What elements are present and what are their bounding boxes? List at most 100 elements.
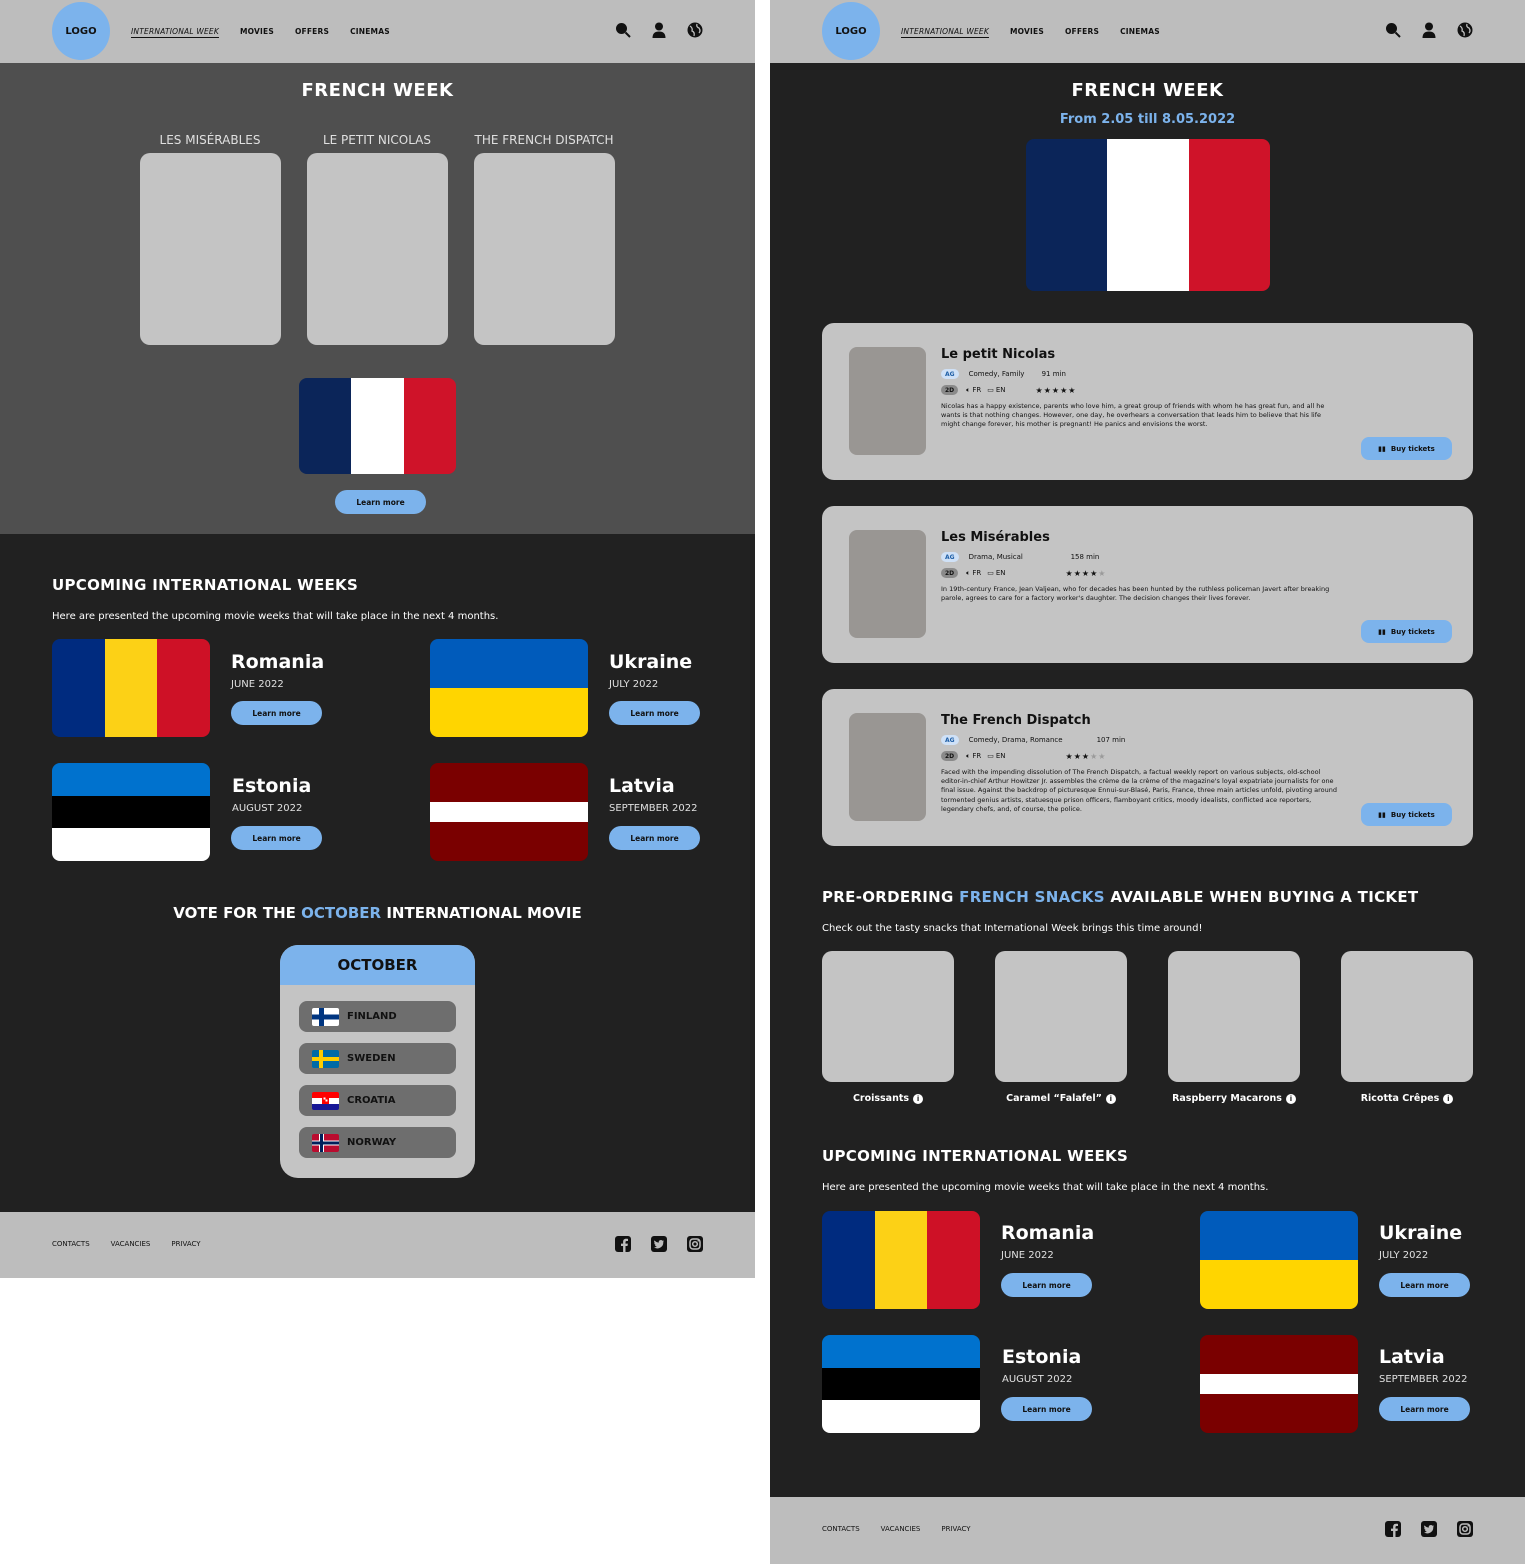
vote-title-suffix: INTERNATIONAL MOVIE: [386, 904, 582, 922]
nav-offers[interactable]: OFFERS: [295, 27, 329, 36]
buy-tickets-button[interactable]: ▮▮ Buy tickets: [1361, 803, 1452, 826]
learn-more-button[interactable]: Learn more: [231, 826, 322, 850]
country-name: Romania: [231, 651, 325, 673]
country-date: JULY 2022: [1379, 1250, 1429, 1261]
buy-tickets-label: Buy tickets: [1390, 810, 1435, 819]
snack-image[interactable]: [822, 951, 954, 1082]
learn-more-button[interactable]: Learn more: [609, 701, 700, 725]
info-icon[interactable]: i: [1285, 1093, 1296, 1104]
buy-tickets-button[interactable]: ▮▮ Buy tickets: [1361, 620, 1452, 643]
nav-international-week[interactable]: INTERNATIONAL WEEK: [901, 27, 989, 36]
subtitles-icon: ▭: [987, 752, 994, 760]
info-icon[interactable]: i: [1105, 1093, 1116, 1104]
vote-card-title: OCTOBER: [280, 945, 475, 985]
france-flag: [299, 378, 456, 474]
vote-title-prefix: VOTE FOR THE: [173, 904, 296, 922]
section-title: UPCOMING INTERNATIONAL WEEKS: [52, 576, 359, 594]
facebook-icon[interactable]: [615, 1236, 631, 1252]
movie-thumbnail[interactable]: [849, 530, 926, 638]
movie-poster[interactable]: [473, 153, 615, 345]
learn-more-button[interactable]: Learn more: [1001, 1273, 1092, 1297]
movie-poster[interactable]: [306, 153, 448, 345]
twitter-icon[interactable]: [1421, 1521, 1437, 1537]
nav-movies[interactable]: MOVIES: [240, 27, 274, 36]
age-badge: AG: [941, 369, 959, 379]
movie-poster-card[interactable]: LE PETIT NICOLAS: [287, 133, 467, 345]
movie-poster-card[interactable]: THE FRENCH DISPATCH: [454, 133, 634, 345]
snack-image[interactable]: [995, 951, 1127, 1082]
footer-link-privacy[interactable]: PRIVACY: [941, 1525, 970, 1533]
latvia-flag: [430, 763, 588, 861]
country-date: SEPTEMBER 2022: [609, 803, 698, 814]
instagram-icon[interactable]: [687, 1236, 703, 1252]
learn-more-button[interactable]: Learn more: [1001, 1397, 1092, 1421]
snack-image[interactable]: [1341, 951, 1473, 1082]
estonia-flag: [822, 1335, 980, 1433]
vote-option-norway[interactable]: NORWAY: [299, 1127, 456, 1158]
vote-option-croatia[interactable]: CROATIA: [299, 1085, 456, 1116]
movie-poster-label: LES MISÉRABLES: [159, 133, 261, 147]
user-icon[interactable]: [651, 22, 667, 38]
rating-stars: ★★★★★: [1066, 752, 1107, 761]
learn-more-button[interactable]: Learn more: [1379, 1397, 1470, 1421]
hero-title: FRENCH WEEK: [301, 80, 454, 101]
star-filled-icon: ★: [1035, 385, 1044, 395]
nav-international-week[interactable]: INTERNATIONAL WEEK: [131, 27, 219, 36]
page-variant-b: LOGO INTERNATIONAL WEEK MOVIES OFFERS CI…: [770, 0, 1525, 1564]
info-icon[interactable]: i: [913, 1093, 924, 1104]
croatia-flag-icon: [312, 1091, 339, 1110]
snack-label: Croissants i: [808, 1093, 968, 1104]
learn-more-button[interactable]: Learn more: [1379, 1273, 1470, 1297]
france-flag: [1026, 139, 1270, 291]
nav-offers[interactable]: OFFERS: [1065, 27, 1099, 36]
country-date: JUNE 2022: [231, 679, 284, 690]
movie-poster[interactable]: [139, 153, 281, 345]
logo[interactable]: LOGO: [52, 2, 110, 60]
movie-title[interactable]: Le petit Nicolas: [941, 347, 1055, 362]
learn-more-button[interactable]: Learn more: [231, 701, 322, 725]
learn-more-button[interactable]: Learn more: [335, 490, 426, 514]
rating-stars: ★★★★★: [1066, 569, 1107, 578]
snacks-title-suffix: AVAILABLE WHEN BUYING A TICKET: [1110, 888, 1419, 906]
movie-title[interactable]: The French Dispatch: [941, 713, 1091, 728]
star-empty-icon: ★: [1090, 751, 1099, 761]
search-icon[interactable]: [1385, 22, 1401, 38]
movie-thumbnail[interactable]: [849, 713, 926, 821]
romania-flag: [52, 639, 210, 737]
vote-option-sweden[interactable]: SWEDEN: [299, 1043, 456, 1074]
snack-label: Caramel “Falafel” i: [981, 1093, 1141, 1104]
twitter-icon[interactable]: [651, 1236, 667, 1252]
search-icon[interactable]: [615, 22, 631, 38]
audio-icon: 🔈︎: [966, 568, 971, 577]
footer-link-contacts[interactable]: CONTACTS: [822, 1525, 860, 1533]
nav-cinemas[interactable]: CINEMAS: [1120, 27, 1160, 36]
learn-more-button[interactable]: Learn more: [609, 826, 700, 850]
user-icon[interactable]: [1421, 22, 1437, 38]
vote-option-label: NORWAY: [347, 1137, 397, 1148]
buy-tickets-button[interactable]: ▮▮ Buy tickets: [1361, 437, 1452, 460]
nav-cinemas[interactable]: CINEMAS: [350, 27, 390, 36]
footer-link-privacy[interactable]: PRIVACY: [171, 1240, 200, 1248]
movie-title[interactable]: Les Misérables: [941, 530, 1050, 545]
vote-option-label: FINLAND: [347, 1011, 397, 1022]
ukraine-flag: [1200, 1211, 1358, 1309]
logo[interactable]: LOGO: [822, 2, 880, 60]
footer-link-contacts[interactable]: CONTACTS: [52, 1240, 90, 1248]
footer-link-vacancies[interactable]: VACANCIES: [881, 1525, 921, 1533]
globe-icon[interactable]: [687, 22, 703, 38]
info-icon[interactable]: i: [1443, 1093, 1454, 1104]
star-filled-icon: ★: [1060, 385, 1069, 395]
footer-link-vacancies[interactable]: VACANCIES: [111, 1240, 151, 1248]
country-name: Romania: [1001, 1222, 1095, 1244]
snack-image[interactable]: [1168, 951, 1300, 1082]
movie-poster-card[interactable]: LES MISÉRABLES: [120, 133, 300, 345]
vote-option-finland[interactable]: FINLAND: [299, 1001, 456, 1032]
country-date: JULY 2022: [609, 679, 659, 690]
movie-thumbnail[interactable]: [849, 347, 926, 455]
vote-option-label: CROATIA: [347, 1095, 396, 1106]
nav-movies[interactable]: MOVIES: [1010, 27, 1044, 36]
star-filled-icon: ★: [1043, 385, 1052, 395]
facebook-icon[interactable]: [1385, 1521, 1401, 1537]
instagram-icon[interactable]: [1457, 1521, 1473, 1537]
globe-icon[interactable]: [1457, 22, 1473, 38]
